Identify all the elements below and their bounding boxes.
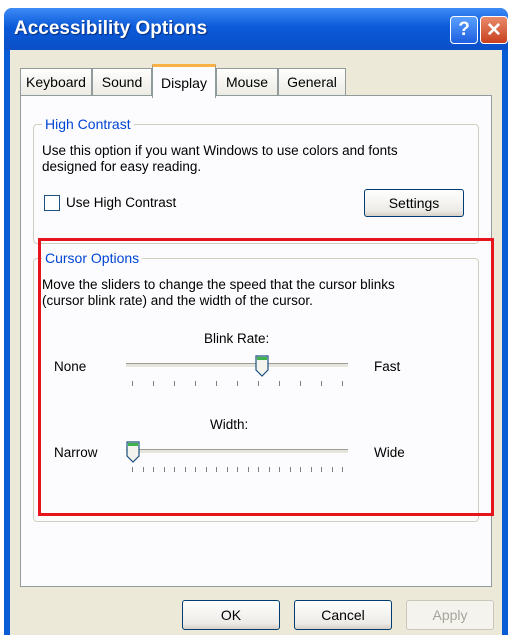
- high-contrast-group-label: High Contrast: [42, 116, 134, 132]
- settings-button[interactable]: Settings: [364, 189, 464, 217]
- close-icon: ✕: [486, 19, 502, 41]
- cursor-options-highlight-box: [38, 238, 494, 516]
- tab-label: Display: [161, 74, 207, 91]
- title-bar[interactable]: Accessibility Options ? ✕: [4, 8, 508, 50]
- help-button[interactable]: ?: [450, 16, 478, 44]
- use-high-contrast-checkbox[interactable]: [44, 195, 60, 211]
- tab-label: Keyboard: [26, 74, 86, 90]
- use-high-contrast-label: Use High Contrast: [66, 195, 177, 210]
- tab-mouse[interactable]: Mouse: [216, 68, 278, 95]
- tab-keyboard[interactable]: Keyboard: [20, 68, 92, 95]
- apply-button-label: Apply: [432, 607, 468, 623]
- tab-label: Sound: [101, 74, 143, 90]
- cancel-button-label: Cancel: [321, 607, 365, 623]
- ok-button-label: OK: [220, 607, 242, 623]
- help-icon: ?: [458, 19, 470, 40]
- cancel-button[interactable]: Cancel: [294, 600, 392, 630]
- high-contrast-description-2: designed for easy reading.: [42, 159, 202, 174]
- tab-label: Mouse: [225, 74, 269, 90]
- high-contrast-description: Use this option if you want Windows to u…: [42, 143, 398, 158]
- window-title: Accessibility Options: [14, 18, 208, 39]
- tab-label: General: [287, 74, 337, 90]
- ok-button[interactable]: OK: [182, 600, 280, 630]
- high-contrast-group: High Contrast Use this option if you wan…: [33, 116, 479, 244]
- settings-button-label: Settings: [388, 195, 440, 211]
- apply-button[interactable]: Apply: [406, 600, 494, 630]
- tab-display[interactable]: Display: [152, 64, 216, 98]
- close-button[interactable]: ✕: [480, 16, 508, 44]
- tab-general[interactable]: General: [278, 68, 346, 95]
- tab-sound[interactable]: Sound: [92, 68, 152, 95]
